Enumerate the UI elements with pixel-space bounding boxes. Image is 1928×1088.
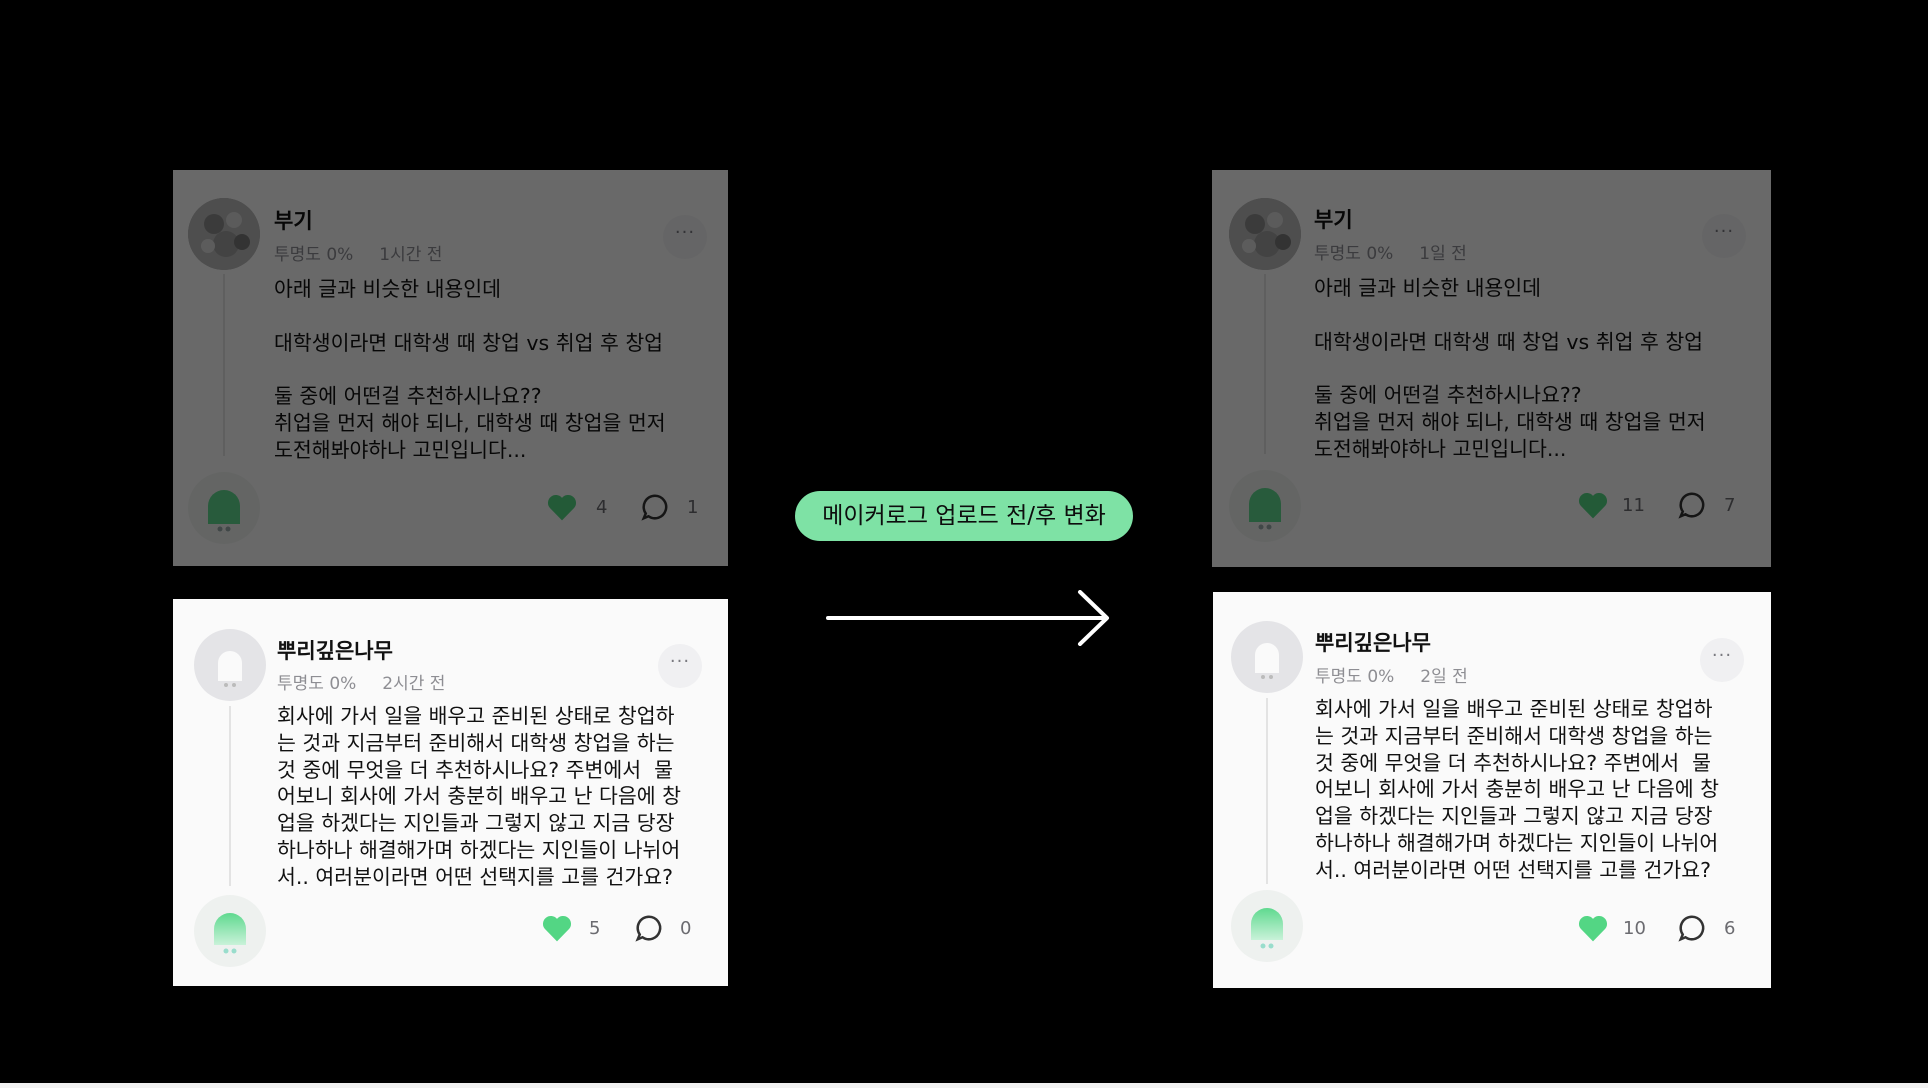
comment-icon[interactable] <box>1677 490 1707 520</box>
thread-line <box>1264 274 1266 454</box>
before-after-badge: 메이커로그 업로드 전/후 변화 <box>795 491 1133 541</box>
username[interactable]: 부기 <box>274 205 313 235</box>
post-body: 아래 글과 비슷한 내용인데 대학생이라면 대학생 때 창업 vs 취업 후 창… <box>274 277 666 462</box>
ghost-icon <box>1255 643 1279 679</box>
ghost-icon <box>208 490 240 532</box>
more-options-button[interactable]: ··· <box>658 644 702 688</box>
transparency-label: 투명도 0% <box>277 674 357 694</box>
post-meta: 투명도 0% 2시간 전 <box>277 669 445 694</box>
after-post-card-1[interactable]: 부기 투명도 0% 1일 전 ··· 아래 글과 비슷한 내용인데 대학생이라면 … <box>1212 170 1771 567</box>
post-meta: 투명도 0% 1일 전 <box>1314 239 1467 264</box>
username[interactable]: 뿌리깊은나무 <box>1315 627 1431 657</box>
transparency-label: 투명도 0% <box>1314 244 1394 264</box>
right-arrow-icon <box>826 590 1109 646</box>
ghost-avatar[interactable] <box>194 629 266 701</box>
heart-icon[interactable] <box>1577 913 1609 943</box>
reply-ghost-avatar[interactable] <box>1229 470 1301 542</box>
comment-count: 7 <box>1724 495 1736 516</box>
like-count: 4 <box>596 497 608 518</box>
post-time: 1일 전 <box>1419 244 1467 264</box>
heart-icon[interactable] <box>541 913 573 943</box>
reply-ghost-avatar[interactable] <box>194 895 266 967</box>
post-meta: 투명도 0% 1시간 전 <box>274 240 442 265</box>
ghost-avatar[interactable] <box>1231 621 1303 693</box>
like-count: 11 <box>1622 495 1645 516</box>
username[interactable]: 부기 <box>1314 204 1353 234</box>
bottom-edge-strip <box>0 1083 1928 1088</box>
comment-icon[interactable] <box>1677 913 1707 943</box>
post-time: 2일 전 <box>1420 667 1468 687</box>
heart-icon[interactable] <box>1577 490 1609 520</box>
transparency-label: 투명도 0% <box>274 245 354 265</box>
post-body: 회사에 가서 일을 배우고 준비된 상태로 창업하 는 것과 지금부터 준비해서… <box>277 704 681 889</box>
post-time: 1시간 전 <box>379 245 443 265</box>
user-avatar[interactable] <box>1229 198 1301 270</box>
like-count: 10 <box>1623 918 1646 939</box>
comment-count: 6 <box>1724 918 1736 939</box>
comment-count: 1 <box>687 497 699 518</box>
user-avatar[interactable] <box>188 198 260 270</box>
before-post-card-1[interactable]: 부기 투명도 0% 1시간 전 ··· 아래 글과 비슷한 내용인데 대학생이라면… <box>173 170 728 566</box>
post-meta: 투명도 0% 2일 전 <box>1315 662 1468 687</box>
thread-line <box>223 274 225 456</box>
ghost-icon <box>1251 908 1283 949</box>
reply-ghost-avatar[interactable] <box>1231 890 1303 962</box>
ghost-icon <box>1249 488 1281 530</box>
heart-icon[interactable] <box>546 492 578 522</box>
comment-icon[interactable] <box>634 913 664 943</box>
ghost-icon <box>218 651 242 687</box>
more-options-button[interactable]: ··· <box>663 215 707 259</box>
reply-ghost-avatar[interactable] <box>188 472 260 544</box>
comment-count: 0 <box>680 918 692 939</box>
more-options-button[interactable]: ··· <box>1702 214 1746 258</box>
transparency-label: 투명도 0% <box>1315 667 1395 687</box>
post-body: 아래 글과 비슷한 내용인데 대학생이라면 대학생 때 창업 vs 취업 후 창… <box>1314 276 1706 461</box>
like-count: 5 <box>589 918 601 939</box>
after-post-card-2[interactable]: 뿌리깊은나무 투명도 0% 2일 전 ··· 회사에 가서 일을 배우고 준비된 … <box>1213 592 1771 988</box>
post-time: 2시간 전 <box>382 674 446 694</box>
more-options-button[interactable]: ··· <box>1700 638 1744 682</box>
username[interactable]: 뿌리깊은나무 <box>277 635 393 665</box>
before-post-card-2[interactable]: 뿌리깊은나무 투명도 0% 2시간 전 ··· 회사에 가서 일을 배우고 준비된… <box>173 599 728 986</box>
thread-line <box>229 706 231 886</box>
ghost-icon <box>214 913 246 954</box>
post-body: 회사에 가서 일을 배우고 준비된 상태로 창업하 는 것과 지금부터 준비해서… <box>1315 697 1719 882</box>
comment-icon[interactable] <box>640 492 670 522</box>
thread-line <box>1266 698 1268 884</box>
